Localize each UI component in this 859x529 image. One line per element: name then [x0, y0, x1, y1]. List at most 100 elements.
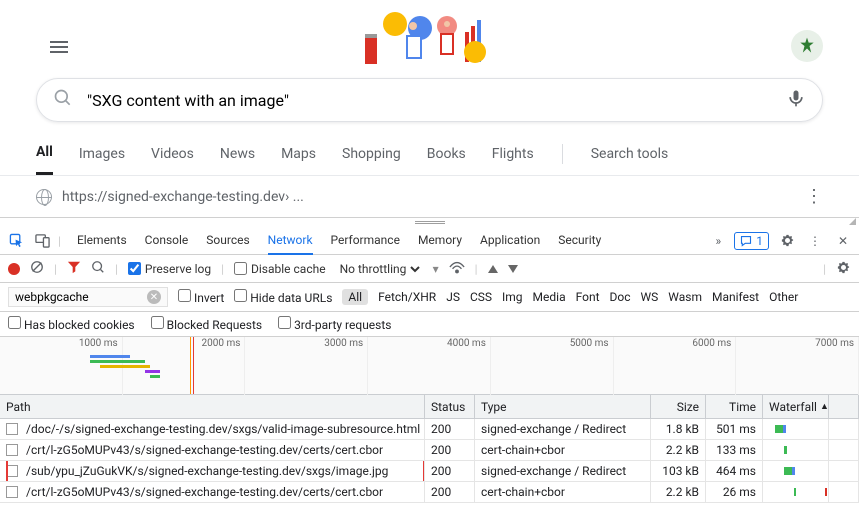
cell-path: /crt/l-zG5oMUPv43/s/signed-exchange-test… [26, 485, 383, 499]
search-tabs: All Images Videos News Maps Shopping Books Flig… [0, 132, 859, 176]
cell-size: 2.2 kB [651, 482, 706, 502]
tab-images[interactable]: Images [79, 134, 125, 174]
filter-type-media[interactable]: Media [533, 290, 566, 304]
cell-time: 26 ms [706, 482, 763, 502]
cell-time: 501 ms [706, 419, 763, 439]
cell-path: /sub/ypu_jZuGukVK/s/signed-exchange-test… [26, 464, 388, 478]
filter-type-font[interactable]: Font [576, 290, 600, 304]
search-result[interactable]: https://signed-exchange-testing.dev › ..… [0, 176, 859, 217]
profile-avatar[interactable] [791, 30, 823, 62]
filter-type-css[interactable]: CSS [470, 290, 492, 304]
tab-news[interactable]: News [220, 134, 255, 174]
filter-type-img[interactable]: Img [502, 290, 523, 304]
hide-data-urls-checkbox[interactable]: Hide data URLs [234, 289, 332, 305]
globe-icon [36, 189, 52, 205]
search-input[interactable] [87, 91, 786, 110]
filter-type-fetchxhr[interactable]: Fetch/XHR [378, 290, 436, 304]
filter-type-manifest[interactable]: Manifest [712, 290, 759, 304]
cell-size: 2.2 kB [651, 440, 706, 460]
search-network-icon[interactable] [91, 260, 105, 277]
table-row[interactable]: /doc/-/s/signed-exchange-testing.dev/sxg… [0, 419, 859, 440]
header-size[interactable]: Size [651, 395, 706, 418]
upload-icon[interactable] [488, 265, 498, 273]
filter-type-ws[interactable]: WS [641, 290, 659, 304]
search-icon [53, 88, 73, 112]
network-overview[interactable]: 1000 ms2000 ms3000 ms4000 ms5000 ms6000 … [0, 337, 859, 395]
cell-type: cert-chain+cbor [475, 440, 651, 460]
preserve-log-checkbox[interactable]: Preserve log [128, 262, 211, 276]
settings-icon[interactable] [777, 231, 797, 251]
cell-status: 200 [425, 461, 475, 481]
network-conditions-icon[interactable] [449, 260, 465, 277]
invert-checkbox[interactable]: Invert [178, 289, 224, 305]
download-icon[interactable] [508, 265, 518, 273]
thirdparty-checkbox[interactable]: 3rd-party requests [278, 316, 391, 332]
row-checkbox[interactable] [6, 465, 18, 477]
filter-type-all[interactable]: All [342, 289, 368, 305]
hamburger-menu-icon[interactable] [50, 38, 68, 56]
google-doodle[interactable] [0, 0, 859, 78]
close-devtools-icon[interactable]: ✕ [833, 231, 853, 251]
disable-cache-checkbox[interactable]: Disable cache [234, 262, 326, 276]
issues-button[interactable]: 1 [734, 232, 769, 250]
clear-filter-icon[interactable]: ✕ [147, 290, 161, 304]
panel-memory[interactable]: Memory [418, 227, 462, 255]
header-path[interactable]: Path [0, 395, 425, 418]
panel-sources[interactable]: Sources [206, 227, 249, 255]
more-icon[interactable]: ⋮ [805, 186, 823, 207]
header-type[interactable]: Type [475, 395, 651, 418]
filter-icon[interactable] [67, 260, 81, 277]
panel-network[interactable]: Network [268, 227, 313, 255]
cell-waterfall [763, 482, 829, 502]
record-icon[interactable] [8, 263, 20, 275]
table-row[interactable]: /sub/ypu_jZuGukVK/s/signed-exchange-test… [0, 461, 859, 482]
filter-type-js[interactable]: JS [446, 290, 460, 304]
panel-console[interactable]: Console [145, 227, 189, 255]
row-checkbox[interactable] [6, 486, 18, 498]
blocked-cookies-checkbox[interactable]: Has blocked cookies [8, 316, 135, 332]
device-toggle-icon[interactable] [32, 231, 52, 251]
cell-path: /crt/l-zG5oMUPv43/s/signed-exchange-test… [26, 443, 383, 457]
devtools-drag-handle[interactable] [0, 217, 859, 227]
cell-size: 1.8 kB [651, 419, 706, 439]
throttling-select[interactable]: No throttling [336, 261, 423, 277]
tab-flights[interactable]: Flights [492, 134, 534, 174]
filter-type-other[interactable]: Other [769, 290, 798, 304]
cell-status: 200 [425, 440, 475, 460]
tab-books[interactable]: Books [427, 134, 466, 174]
mic-icon[interactable] [786, 88, 806, 112]
filter-type-wasm[interactable]: Wasm [668, 290, 702, 304]
panel-security[interactable]: Security [558, 227, 601, 255]
cell-status: 200 [425, 419, 475, 439]
more-panels-icon[interactable]: » [708, 231, 728, 251]
blocked-requests-checkbox[interactable]: Blocked Requests [151, 316, 262, 332]
table-row[interactable]: /crt/l-zG5oMUPv43/s/signed-exchange-test… [0, 440, 859, 461]
search-box[interactable] [36, 78, 823, 122]
header-time[interactable]: Time [706, 395, 763, 418]
cell-time: 464 ms [706, 461, 763, 481]
panel-elements[interactable]: Elements [77, 227, 127, 255]
tab-videos[interactable]: Videos [151, 134, 194, 174]
result-suffix: › ... [285, 189, 304, 205]
panel-application[interactable]: Application [480, 227, 540, 255]
row-checkbox[interactable] [6, 444, 18, 456]
tab-shopping[interactable]: Shopping [342, 134, 401, 174]
header-status[interactable]: Status [425, 395, 475, 418]
inspect-icon[interactable] [6, 231, 26, 251]
cell-type: cert-chain+cbor [475, 482, 651, 502]
table-row[interactable]: /crt/l-zG5oMUPv43/s/signed-exchange-test… [0, 482, 859, 503]
tab-maps[interactable]: Maps [281, 134, 316, 174]
tab-all[interactable]: All [36, 132, 53, 175]
filter-input[interactable] [15, 290, 135, 304]
header-waterfall[interactable]: Waterfall ▲ [763, 395, 829, 418]
search-tools[interactable]: Search tools [591, 134, 669, 174]
filter-type-doc[interactable]: Doc [610, 290, 631, 304]
clear-icon[interactable] [30, 260, 44, 277]
cell-time: 133 ms [706, 440, 763, 460]
network-settings-icon[interactable] [836, 260, 851, 278]
kebab-icon[interactable]: ⋮ [805, 231, 825, 251]
panel-performance[interactable]: Performance [331, 227, 400, 255]
row-checkbox[interactable] [6, 423, 18, 435]
cell-waterfall [763, 419, 829, 439]
cell-type: signed-exchange / Redirect [475, 419, 651, 439]
